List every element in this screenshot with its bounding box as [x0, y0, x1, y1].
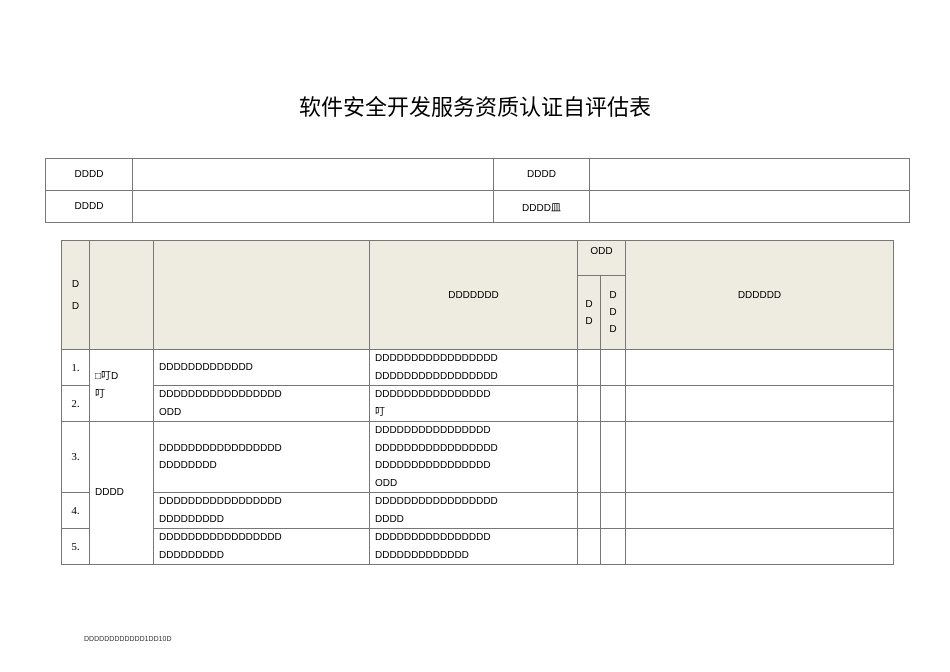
row-check-1[interactable]: [577, 385, 601, 422]
row-description: DDDDDDDDDDDDDDDDD DDDDDDDDDDDDDDDDD: [369, 349, 578, 386]
info-table: DDDD DDDD DDDD DDDD皿: [45, 158, 910, 223]
row-check-1[interactable]: [577, 349, 601, 386]
table-row: 4. DDDDDDDDDDDDDDDDD DDDDDDDDD DDDDDDDDDDDD…: [61, 492, 894, 529]
row-remarks[interactable]: [625, 528, 894, 565]
table-row: 1. □叮D 叮 DDDDDDDDDDDDD DDDDDDDDDDDDDDDDD DDDD…: [61, 349, 894, 422]
footer-text: DDDDDDDDDDDD1DD10D: [84, 636, 172, 643]
row-number: 5.: [61, 528, 90, 565]
table-row: 2. DDDDDDDDDDDDDDDDD ODD DDDDDDDDDDDDDDDD 叮: [61, 385, 894, 422]
row-number: 2.: [61, 385, 90, 422]
header-description: DDDDDDD: [369, 240, 578, 350]
row-check-1[interactable]: [577, 528, 601, 565]
row-requirement: DDDDDDDDDDDDDDDDD ODD: [153, 385, 370, 422]
info-value[interactable]: [132, 158, 494, 191]
row-description: DDDDDDDDDDDDDDDDD DDDD: [369, 492, 578, 529]
row-category: □叮D 叮: [89, 349, 154, 422]
row-requirement: DDDDDDDDDDDDDDDDD DDDDDDDDD: [153, 528, 370, 565]
table-row: 3. DDDD DDDDDDDDDDDDDDDDD DDDDDDDD DDDDDDDDD…: [61, 421, 894, 565]
header-sub1: DD: [577, 275, 601, 350]
row-remarks[interactable]: [625, 421, 894, 493]
row-check-1[interactable]: [577, 421, 601, 493]
row-requirement: DDDDDDDDDDDDDDDDD DDDDDDDD: [153, 421, 370, 493]
row-description: DDDDDDDDDDDDDDDD 叮: [369, 385, 578, 422]
row-description: DDDDDDDDDDDDDDDD DDDDDDDDDDDDDDDDD DDDDDDD…: [369, 421, 578, 493]
row-check-2[interactable]: [599, 421, 627, 493]
row-number: 3.: [61, 421, 90, 493]
header-category: [89, 240, 154, 350]
row-requirement: DDDDDDDDDDDDDDDDD DDDDDDDDD: [153, 492, 370, 529]
row-description: DDDDDDDDDDDDDDDD DDDDDDDDDDDDD: [369, 528, 578, 565]
row-number: 1.: [61, 349, 90, 386]
info-label: DDDD: [45, 190, 133, 223]
row-remarks[interactable]: [625, 492, 894, 529]
row-requirement: DDDDDDDDDDDDD: [153, 349, 370, 386]
row-check-2[interactable]: [599, 349, 627, 386]
row-category: DDDD: [89, 421, 154, 565]
row-check-2[interactable]: [599, 528, 627, 565]
header-index: DD: [61, 240, 90, 350]
assessment-table: DD DDDDDDD ODD DDDDDD DD DDD 1. □叮D 叮 DDDDD…: [61, 240, 894, 565]
row-remarks[interactable]: [625, 349, 894, 386]
table-row: 5. DDDDDDDDDDDDDDDDD DDDDDDDDD DDDDDDDDDDDD…: [61, 528, 894, 565]
header-group: ODD: [576, 240, 627, 276]
row-number: 4.: [61, 492, 90, 529]
row-check-2[interactable]: [599, 492, 627, 529]
info-label: DDDD: [493, 158, 590, 191]
row-remarks[interactable]: [625, 385, 894, 422]
info-value[interactable]: [589, 158, 910, 191]
header-requirement: [153, 240, 370, 350]
header-remarks: DDDDDD: [625, 240, 894, 350]
info-value[interactable]: [589, 190, 910, 223]
info-label: DDDD: [45, 158, 133, 191]
header-sub2: DDD: [599, 275, 627, 350]
page-title: 软件安全开发服务资质认证自评估表: [298, 96, 651, 121]
info-label: DDDD皿: [493, 190, 590, 223]
row-check-2[interactable]: [599, 385, 627, 422]
row-check-1[interactable]: [577, 492, 601, 529]
info-value[interactable]: [132, 190, 494, 223]
